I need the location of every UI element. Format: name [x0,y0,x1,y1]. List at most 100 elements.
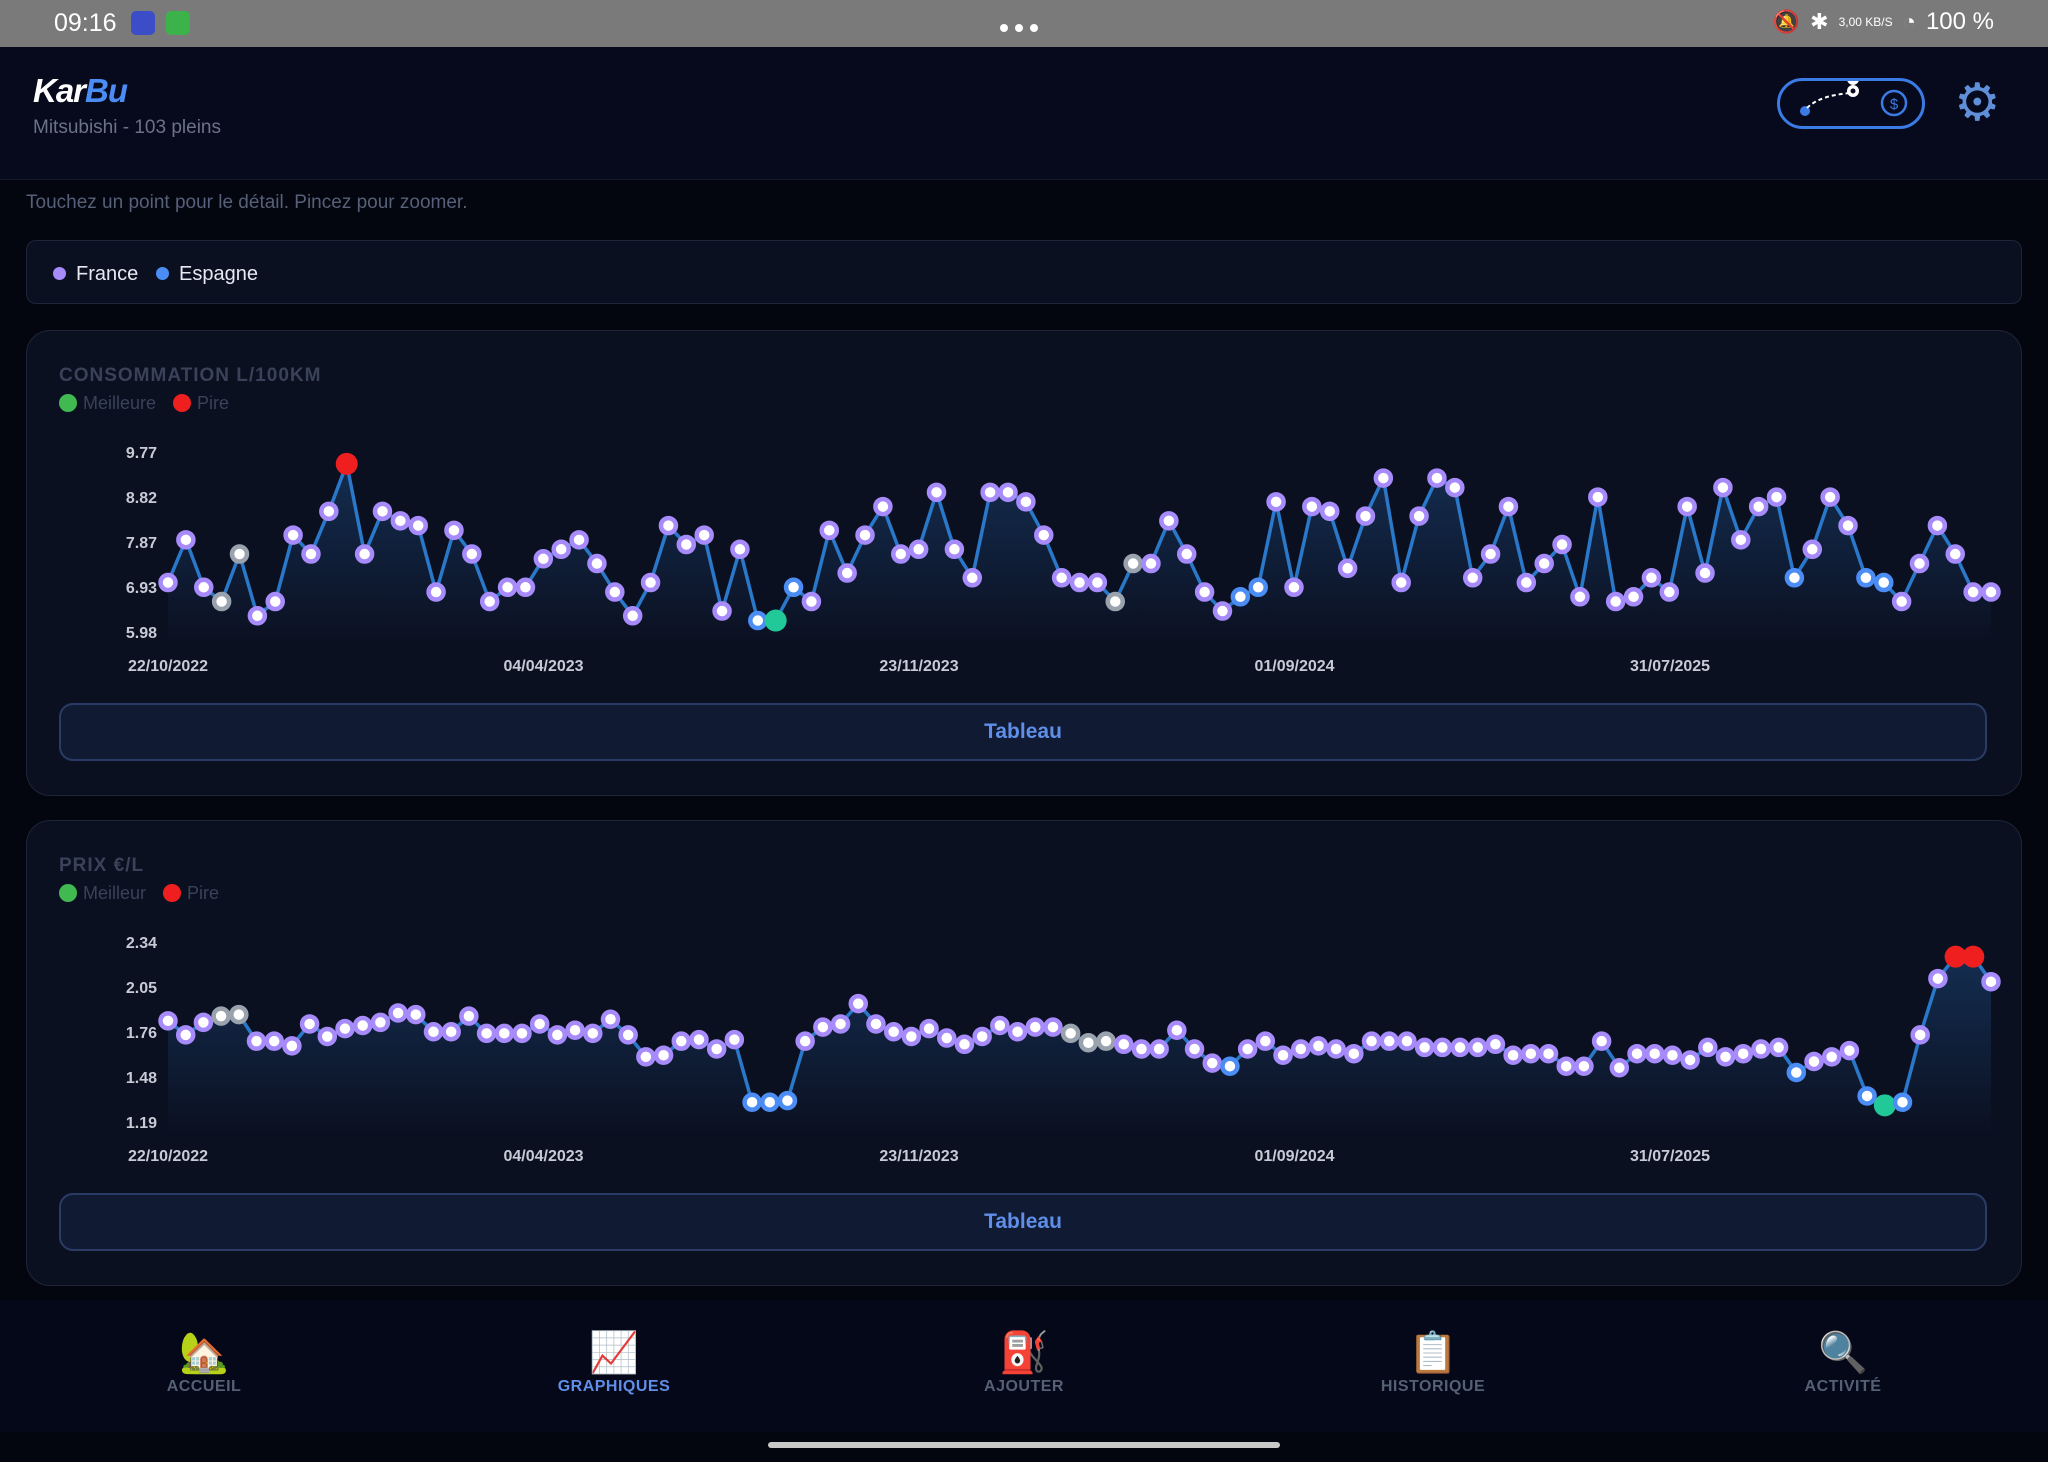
data-point[interactable] [848,993,869,1014]
data-point[interactable] [1856,568,1876,588]
worst-point[interactable] [1962,945,1985,968]
data-point[interactable] [658,515,679,536]
data-point[interactable] [855,525,875,545]
data-point[interactable] [777,1090,798,1111]
data-point[interactable] [283,525,303,545]
data-point[interactable] [618,1025,638,1045]
data-point[interactable] [1248,577,1268,598]
data-point[interactable] [1556,1056,1576,1076]
data-point[interactable] [1308,1036,1329,1056]
nav-accueil[interactable]: 🏡 ACCUEIL [114,1330,294,1396]
nav-ajouter[interactable]: ⛽ AJOUTER [934,1330,1114,1396]
data-point[interactable] [1149,1039,1169,1059]
data-point[interactable] [972,1026,992,1047]
data-point[interactable] [783,577,804,598]
data-point[interactable] [193,1012,214,1033]
data-point[interactable] [712,601,732,621]
data-point[interactable] [1237,1039,1258,1059]
data-point[interactable] [813,1017,833,1037]
data-point[interactable] [919,1018,939,1039]
data-point[interactable] [1105,591,1125,612]
data-point[interactable] [1123,553,1143,574]
data-point[interactable] [1344,1043,1364,1064]
data-point[interactable] [962,568,983,588]
data-point[interactable] [1768,1037,1789,1058]
data-point[interactable] [1096,1031,1116,1051]
data-point[interactable] [998,482,1018,503]
trip-cost-toggle-button[interactable]: $ [1777,73,1925,129]
more-dots-icon[interactable] [1000,19,1048,32]
data-point[interactable] [583,1023,603,1044]
data-point[interactable] [671,1031,692,1051]
data-point[interactable] [1677,496,1697,517]
data-point[interactable] [1034,525,1054,545]
data-point[interactable] [1025,1017,1046,1037]
data-point[interactable] [1078,1032,1099,1053]
data-point[interactable] [1838,515,1858,536]
data-point[interactable] [547,1025,568,1045]
data-point[interactable] [565,1020,585,1040]
data-point[interactable] [1641,568,1662,588]
data-point[interactable] [1379,1031,1399,1051]
home-indicator[interactable] [768,1442,1280,1448]
price-table-button[interactable]: Tableau [59,1193,1987,1251]
data-point[interactable] [694,525,714,545]
data-point[interactable] [1361,1031,1382,1051]
data-point[interactable] [1414,1037,1435,1058]
data-point[interactable] [370,1012,391,1033]
data-point[interactable] [1462,568,1483,588]
data-point[interactable] [229,1004,249,1025]
data-point[interactable] [1290,1039,1311,1059]
data-point[interactable] [1391,572,1411,593]
data-point[interactable] [423,1022,444,1042]
data-point[interactable] [459,1006,479,1026]
nav-graphiques[interactable]: 📈 GRAPHIQUES [524,1330,704,1396]
data-point[interactable] [830,1014,851,1034]
data-point[interactable] [1255,1031,1276,1051]
best-point[interactable] [1873,1094,1896,1117]
data-point[interactable] [1588,487,1608,507]
data-point[interactable] [408,515,428,536]
data-point[interactable] [866,1014,886,1034]
data-point[interactable] [1141,553,1161,574]
data-point[interactable] [282,1036,302,1056]
data-point[interactable] [1644,1043,1665,1064]
data-point[interactable] [689,1029,709,1050]
data-point[interactable] [352,1015,373,1036]
data-point[interactable] [605,582,625,602]
data-point[interactable] [1397,1031,1417,1051]
data-point[interactable] [444,520,464,541]
data-point[interactable] [193,577,214,598]
data-point[interactable] [529,1014,550,1034]
data-point[interactable] [742,1092,762,1112]
data-point[interactable] [1981,582,2001,602]
data-point[interactable] [640,572,661,593]
data-point[interactable] [1910,1025,1930,1045]
data-point[interactable] [1538,1043,1559,1064]
data-point[interactable] [1534,553,1554,574]
data-point[interactable] [1445,477,1465,498]
data-point[interactable] [1945,544,1966,564]
data-point[interactable] [1503,1045,1523,1066]
data-point[interactable] [1570,587,1590,607]
data-point[interactable] [990,1015,1010,1036]
data-point[interactable] [299,1014,320,1034]
data-point[interactable] [600,1009,621,1030]
data-point[interactable] [891,544,911,564]
data-point[interactable] [512,1023,532,1044]
price-chart[interactable]: 2.34 2.05 1.76 1.48 1.19 22/10/2022 04/04/2023… [65,931,2005,1171]
data-point[interactable] [1051,568,1072,588]
data-point[interactable] [636,1047,656,1067]
data-point[interactable] [1662,1045,1683,1066]
data-point[interactable] [1043,1017,1063,1037]
data-point[interactable] [335,1018,355,1039]
data-point[interactable] [1060,1023,1081,1044]
data-point[interactable] [211,1006,231,1026]
data-point[interactable] [426,582,446,602]
data-point[interactable] [265,591,285,612]
data-point[interactable] [319,501,339,522]
data-point[interactable] [1963,582,1983,602]
data-point[interactable] [390,511,411,531]
data-point[interactable] [476,1023,497,1044]
consumption-table-button[interactable]: Tableau [59,703,1987,761]
